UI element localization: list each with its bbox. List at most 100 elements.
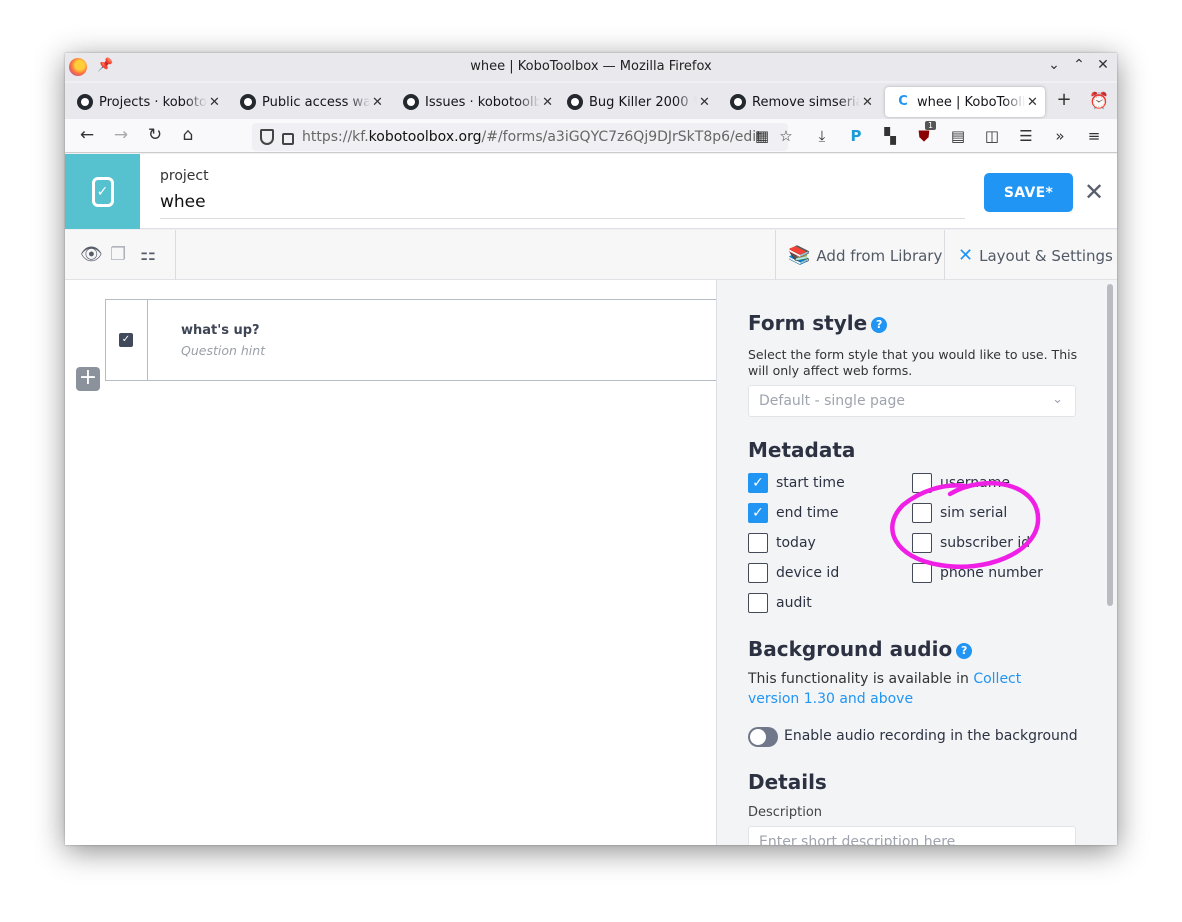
alarm-clock-icon[interactable]: ⏰ bbox=[1089, 91, 1109, 110]
maximize-button[interactable]: ⌃ bbox=[1070, 57, 1088, 73]
form-style-select[interactable]: Default - single page ⌄ bbox=[748, 385, 1076, 417]
tab-public-access[interactable]: Public access was ✕ bbox=[230, 87, 390, 117]
kobo-logo[interactable]: ✓ bbox=[65, 154, 140, 229]
tab-label: Public access was bbox=[262, 94, 370, 110]
tracking-shield-icon[interactable] bbox=[260, 129, 274, 145]
checkbox-box[interactable]: ✓ bbox=[748, 503, 768, 523]
checkbox-box[interactable] bbox=[912, 533, 932, 553]
reload-button[interactable]: ↻ bbox=[144, 125, 166, 145]
checkbox-today[interactable]: today bbox=[748, 533, 816, 553]
checkbox-box[interactable] bbox=[912, 563, 932, 583]
checkbox-label: end time bbox=[776, 505, 839, 521]
close-tab-icon[interactable]: ✕ bbox=[372, 95, 383, 110]
checkbox-label: sim serial bbox=[940, 505, 1008, 521]
url-bar[interactable]: https://kf.kobotoolbox.org/#/forms/a3iGQ… bbox=[252, 123, 788, 151]
close-tab-icon[interactable]: ✕ bbox=[1027, 95, 1038, 110]
checkbox-start-time[interactable]: ✓ start time bbox=[748, 473, 845, 493]
checkbox-label: subscriber id bbox=[940, 535, 1031, 551]
bookmark-star-icon[interactable]: ☆ bbox=[776, 127, 796, 145]
checkbox-audit[interactable]: audit bbox=[748, 593, 812, 613]
metadata-heading: Metadata bbox=[748, 438, 856, 462]
group-copy-icon[interactable]: ❐ bbox=[110, 244, 126, 265]
logic-tree-icon[interactable]: ⚏ bbox=[140, 244, 156, 265]
layout-settings-button[interactable]: ✕ Layout & Settings bbox=[958, 245, 1113, 266]
qr-code-icon[interactable]: ▦ bbox=[752, 127, 772, 145]
kobo-logo-icon: ✓ bbox=[91, 176, 114, 207]
kobo-icon: C bbox=[898, 94, 908, 109]
close-tab-icon[interactable]: ✕ bbox=[542, 95, 553, 110]
checkbox-label: today bbox=[776, 535, 816, 551]
github-icon bbox=[403, 94, 419, 110]
tab-projects[interactable]: Projects · kobotoolbox ✕ bbox=[67, 87, 227, 117]
tab-bug-killer[interactable]: Bug Killer 2000 🪲 ✕ bbox=[557, 87, 717, 117]
panel-scrollbar[interactable] bbox=[1107, 284, 1113, 606]
help-question-icon[interactable]: ? bbox=[956, 643, 973, 659]
divider bbox=[775, 230, 776, 280]
overflow-chevrons-icon[interactable]: » bbox=[1050, 127, 1070, 145]
form-style-description: Select the form style that you would lik… bbox=[748, 347, 1078, 378]
checkbox-label: device id bbox=[776, 565, 840, 581]
chevron-down-icon: ⌄ bbox=[1052, 392, 1063, 407]
question-title[interactable]: what's up? bbox=[181, 323, 260, 338]
form-style-heading: Form style? bbox=[748, 311, 888, 335]
downloads-icon[interactable]: ⤓ bbox=[812, 127, 832, 145]
question-hint[interactable]: Question hint bbox=[181, 343, 265, 358]
sliders-icon[interactable]: ☰ bbox=[1016, 127, 1036, 145]
checkbox-box[interactable] bbox=[748, 563, 768, 583]
tab-label: Projects · kobotoolbox bbox=[99, 94, 207, 110]
checkbox-subscriber-id[interactable]: subscriber id bbox=[912, 533, 1030, 553]
minimize-button[interactable]: ⌄ bbox=[1045, 57, 1063, 73]
extensions-grid-icon[interactable]: ▚ bbox=[880, 127, 900, 145]
checkbox-box[interactable] bbox=[912, 503, 932, 523]
tab-whee-active[interactable]: C whee | KoboToolbox ✕ bbox=[885, 87, 1045, 117]
checkbox-box[interactable]: ✓ bbox=[748, 473, 768, 493]
checkbox-box[interactable] bbox=[748, 593, 768, 613]
divider bbox=[175, 230, 176, 280]
hamburger-menu-icon[interactable]: ≡ bbox=[1084, 127, 1104, 145]
add-from-library-button[interactable]: 📚 Add from Library bbox=[788, 245, 942, 266]
screenshot-icon[interactable]: ◫ bbox=[982, 127, 1002, 145]
background-audio-description: This functionality is available in Colle… bbox=[748, 671, 1022, 707]
checkbox-sim-serial[interactable]: sim serial bbox=[912, 503, 1007, 523]
checkbox-device-id[interactable]: device id bbox=[748, 563, 839, 583]
close-tab-icon[interactable]: ✕ bbox=[209, 95, 220, 110]
home-button[interactable]: ⌂ bbox=[177, 125, 199, 145]
tab-label: Issues · kobotoolbox bbox=[425, 94, 541, 110]
add-question-button[interactable]: + bbox=[76, 367, 100, 391]
tab-remove-simserial[interactable]: Remove simserial ✕ bbox=[720, 87, 880, 117]
description-label: Description bbox=[748, 805, 823, 820]
checkbox-box[interactable] bbox=[748, 533, 768, 553]
question-row[interactable]: ✓ what's up? Question hint bbox=[105, 299, 717, 381]
tab-issues[interactable]: Issues · kobotoolbox ✕ bbox=[393, 87, 553, 117]
window-title: whee | KoboToolbox — Mozilla Firefox bbox=[470, 59, 712, 74]
url-text[interactable]: https://kf.kobotoolbox.org/#/forms/a3iGQ… bbox=[302, 129, 762, 145]
checkbox-username[interactable]: username bbox=[912, 473, 1010, 493]
audio-recording-toggle[interactable] bbox=[748, 727, 778, 747]
checkbox-label: username bbox=[940, 475, 1010, 491]
browser-window: 📌 whee | KoboToolbox — Mozilla Firefox ⌄… bbox=[65, 53, 1117, 845]
description-input[interactable]: Enter short description here bbox=[748, 826, 1076, 845]
preview-eye-icon[interactable]: 👁 bbox=[80, 244, 103, 265]
checkbox-phone-number[interactable]: phone number bbox=[912, 563, 1043, 583]
save-button[interactable]: SAVE* bbox=[984, 173, 1073, 212]
close-icon[interactable]: ✕ bbox=[1084, 178, 1104, 206]
new-tab-button[interactable]: + bbox=[1054, 89, 1074, 110]
tab-strip: Projects · kobotoolbox ✕ Public access w… bbox=[65, 83, 1117, 119]
checkbox-label: audit bbox=[776, 595, 812, 611]
close-tab-icon[interactable]: ✕ bbox=[699, 95, 710, 110]
close-tab-icon[interactable]: ✕ bbox=[862, 95, 873, 110]
question-handle[interactable]: ✓ bbox=[106, 300, 148, 380]
checkbox-box[interactable] bbox=[912, 473, 932, 493]
forward-button[interactable]: → bbox=[110, 125, 132, 145]
lock-icon[interactable] bbox=[282, 132, 294, 145]
title-bar: 📌 whee | KoboToolbox — Mozilla Firefox ⌄… bbox=[65, 53, 1117, 81]
checkbox-end-time[interactable]: ✓ end time bbox=[748, 503, 838, 523]
project-label: project bbox=[160, 168, 209, 184]
help-question-icon[interactable]: ? bbox=[871, 317, 888, 333]
back-button[interactable]: ← bbox=[76, 125, 98, 145]
reader-view-icon[interactable]: ▤ bbox=[948, 127, 968, 145]
project-name-input[interactable]: whee bbox=[160, 192, 965, 219]
pocket-p-icon[interactable]: P bbox=[846, 127, 866, 145]
close-window-button[interactable]: ✕ bbox=[1094, 57, 1112, 73]
navigation-bar: ← → ↻ ⌂ https://kf.kobotoolbox.org/#/for… bbox=[65, 119, 1117, 153]
